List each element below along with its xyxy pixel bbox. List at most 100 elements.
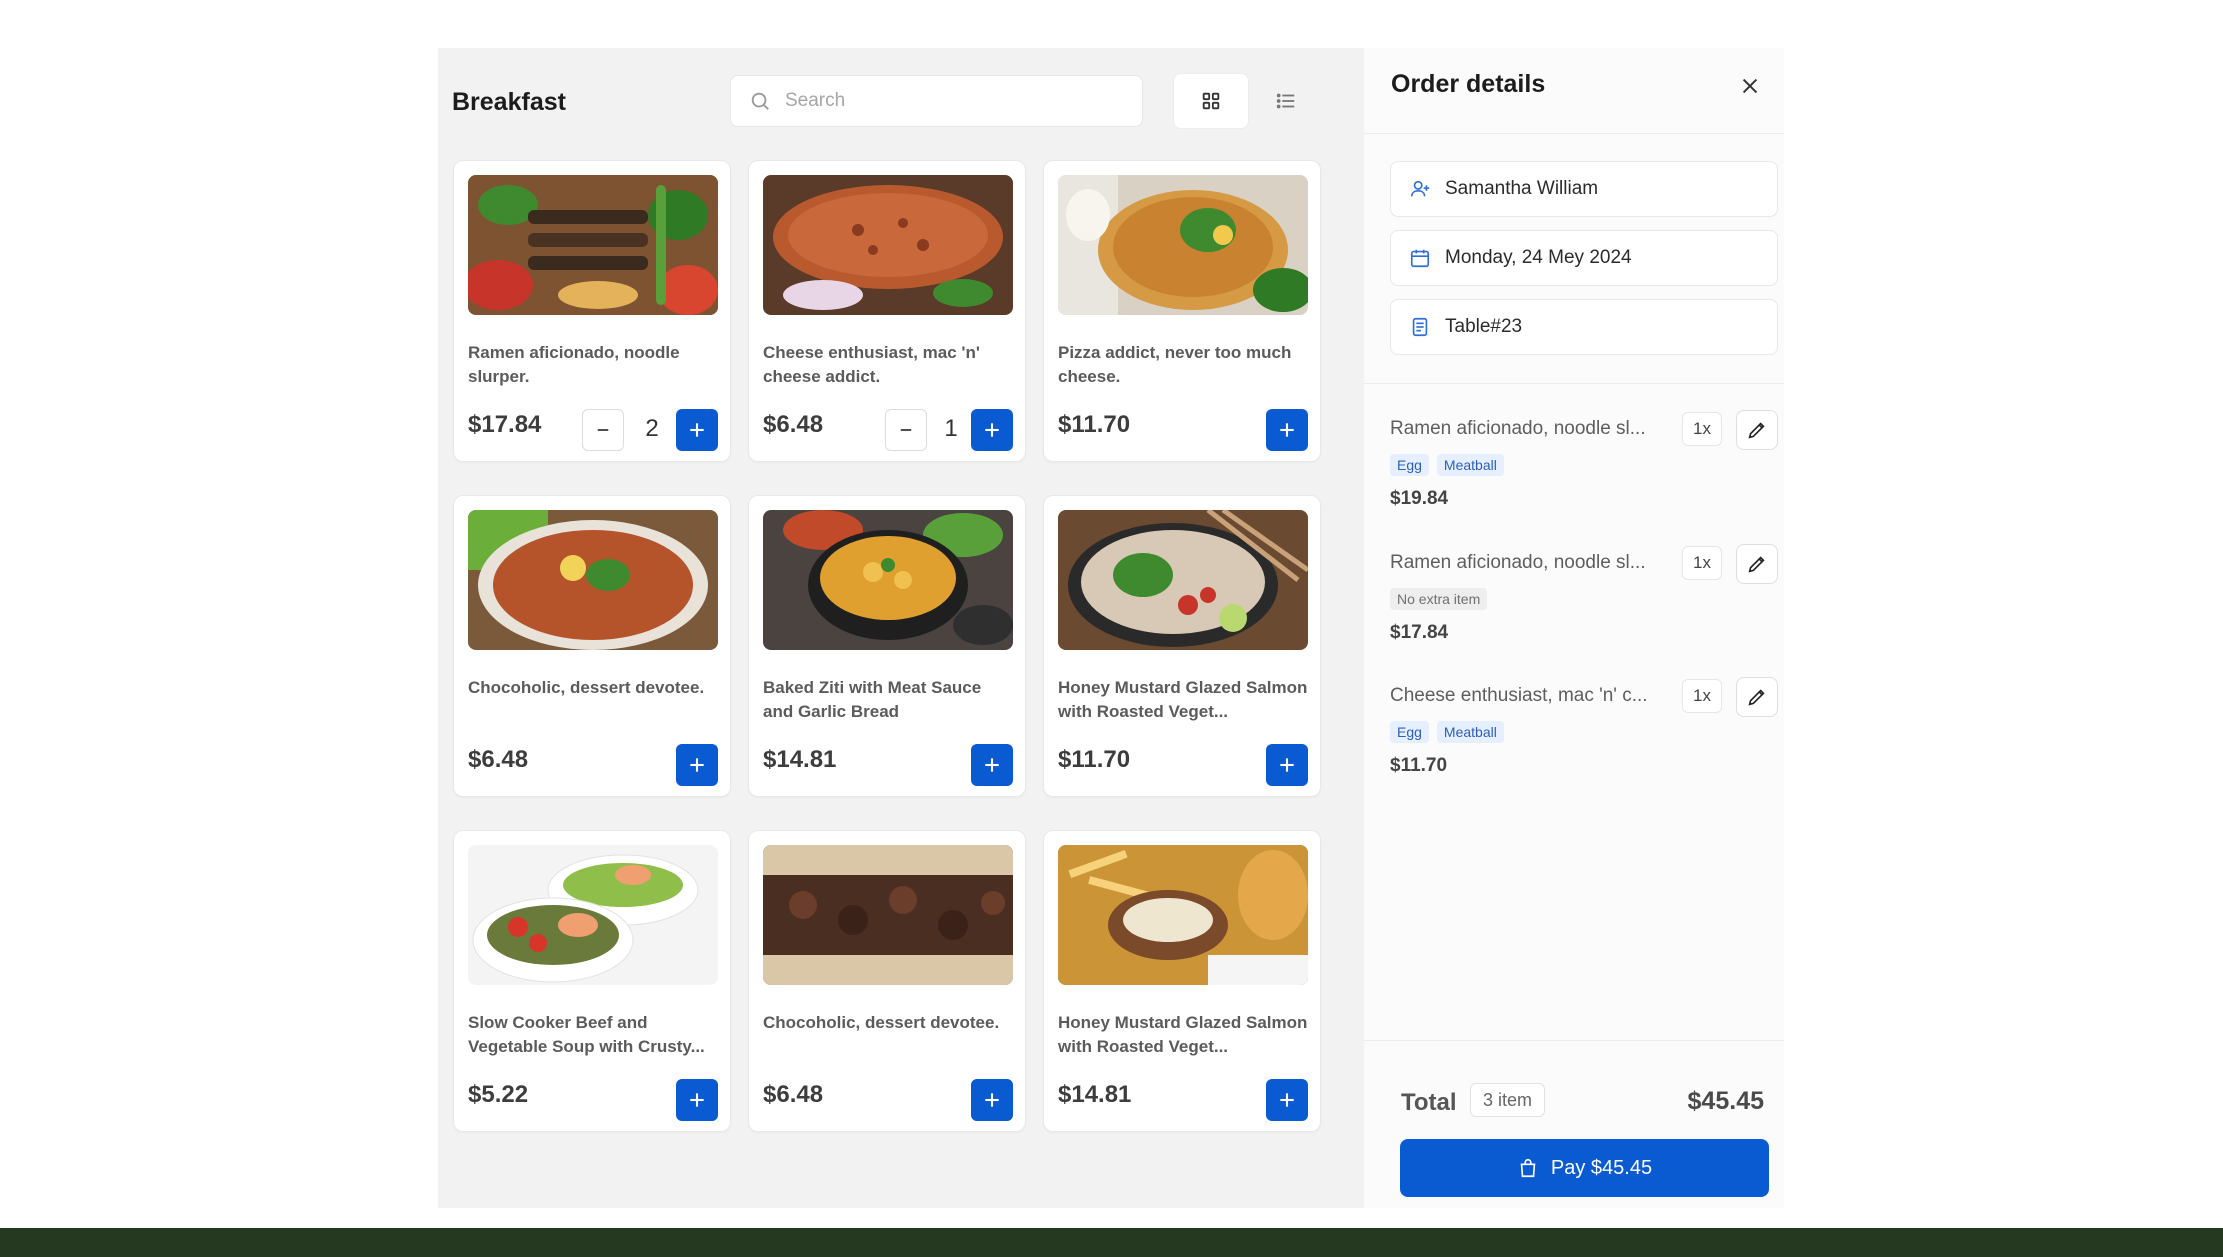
product-price: $6.48	[468, 746, 529, 773]
product-price: $6.48	[763, 411, 824, 438]
product-name: Honey Mustard Glazed Salmon with Roasted…	[1058, 1013, 1308, 1056]
increase-qty-button[interactable]	[971, 409, 1013, 451]
extra-tag: Egg	[1390, 454, 1429, 476]
menu-panel: Breakfast Search Ramen aficionado, noodl…	[438, 48, 1364, 1208]
edit-item-button[interactable]	[1736, 544, 1778, 584]
search-icon	[751, 92, 769, 110]
edit-item-button[interactable]	[1736, 677, 1778, 717]
food-photo-doner-wrap	[763, 845, 1013, 985]
product-name: Slow Cooker Beef and Vegetable Soup with…	[468, 1013, 705, 1056]
decrease-qty-button[interactable]	[582, 409, 624, 451]
product-card[interactable]: Chocoholic, dessert devotee. $6.48	[453, 495, 731, 797]
order-item-price: $11.70	[1390, 755, 1448, 776]
extras-tags: Egg Meatball	[1390, 721, 1504, 743]
product-price: $11.70	[1058, 411, 1131, 438]
pay-button[interactable]: Pay $45.45	[1400, 1139, 1769, 1197]
add-to-order-button[interactable]	[1266, 1079, 1308, 1121]
product-name: Cheese enthusiast, mac 'n' cheese addict…	[763, 343, 980, 386]
product-card[interactable]: Baked Ziti with Meat Sauce and Garlic Br…	[748, 495, 1026, 797]
customer-name: Samantha William	[1445, 178, 1599, 199]
increase-qty-button[interactable]	[676, 409, 718, 451]
date-field[interactable]: Monday, 24 Mey 2024	[1390, 230, 1778, 286]
product-price: $6.48	[763, 1081, 824, 1108]
food-photo-salad-bowl	[468, 845, 718, 985]
table-receipt-icon	[1412, 317, 1428, 337]
extras-tags: Egg Meatball	[1390, 454, 1504, 476]
product-name: Chocoholic, dessert devotee.	[468, 678, 705, 697]
grid-view-button[interactable]	[1173, 73, 1249, 129]
product-card[interactable]: Slow Cooker Beef and Vegetable Soup with…	[453, 830, 731, 1132]
user-add-icon	[1410, 180, 1430, 197]
food-photo-pizza	[1058, 175, 1308, 315]
order-item-name: Cheese enthusiast, mac 'n' c...	[1390, 685, 1648, 706]
search-box[interactable]	[730, 75, 1143, 127]
product-price: $5.22	[468, 1081, 529, 1108]
customer-field[interactable]: Samantha William	[1390, 161, 1778, 217]
order-item-quantity: 1x	[1682, 412, 1722, 446]
quantity-value: 2	[645, 415, 659, 442]
grid-icon	[1202, 92, 1220, 110]
order-header: Order details	[1364, 48, 1784, 134]
extras-tags: No extra item	[1390, 588, 1488, 610]
order-date: Monday, 24 Mey 2024	[1445, 247, 1632, 268]
order-item-name: Ramen aficionado, noodle sl...	[1390, 418, 1646, 439]
plus-icon	[985, 423, 999, 437]
plus-icon	[690, 423, 704, 437]
plus-icon	[1280, 423, 1294, 437]
total-amount: $45.45	[1687, 1087, 1764, 1115]
product-card[interactable]: Honey Mustard Glazed Salmon with Roasted…	[1043, 495, 1321, 797]
product-name: Honey Mustard Glazed Salmon with Roasted…	[1058, 678, 1308, 721]
minus-icon	[597, 429, 609, 431]
pencil-icon	[1748, 422, 1765, 439]
menu-category-title: Breakfast	[452, 88, 566, 116]
product-name: Chocoholic, dessert devotee.	[763, 1013, 1000, 1032]
add-to-order-button[interactable]	[971, 744, 1013, 786]
food-photo-skewers	[468, 175, 718, 315]
order-item-name: Ramen aficionado, noodle sl...	[1390, 552, 1646, 573]
product-price: $14.81	[763, 746, 837, 773]
product-card[interactable]: Cheese enthusiast, mac 'n' cheese addict…	[748, 160, 1026, 462]
order-panel: Order details Samantha William Monday, 2…	[1364, 48, 1784, 1208]
order-item: Cheese enthusiast, mac 'n' c... 1x Egg M…	[1390, 677, 1778, 805]
edit-item-button[interactable]	[1736, 410, 1778, 450]
product-card[interactable]: Pizza addict, never too much cheese. $11…	[1043, 160, 1321, 462]
search-input[interactable]	[785, 90, 1105, 112]
extra-tag: Meatball	[1436, 721, 1504, 743]
product-card[interactable]: Honey Mustard Glazed Salmon with Roasted…	[1043, 830, 1321, 1132]
list-view-button[interactable]	[1248, 73, 1324, 129]
product-card[interactable]: Chocoholic, dessert devotee. $6.48	[748, 830, 1026, 1132]
product-card[interactable]: Ramen aficionado, noodle slurper. $17.84…	[453, 160, 731, 462]
pay-button-label: Pay $45.45	[1550, 1156, 1653, 1179]
order-item-price: $17.84	[1390, 622, 1449, 643]
add-to-order-button[interactable]	[676, 744, 718, 786]
add-to-order-button[interactable]	[971, 1079, 1013, 1121]
calendar-icon	[1410, 249, 1430, 268]
order-item-quantity: 1x	[1682, 679, 1722, 713]
footer-band	[0, 1228, 2223, 1257]
item-count-badge: 3 item	[1470, 1083, 1546, 1117]
shopping-bag-icon	[1520, 1158, 1536, 1178]
decrease-qty-button[interactable]	[885, 409, 927, 451]
item-count: 3 item	[1483, 1089, 1533, 1110]
table-number: Table#23	[1445, 316, 1523, 337]
product-price: $14.81	[1058, 1081, 1132, 1108]
food-photo-noodle-salad	[1058, 510, 1308, 650]
add-to-order-button[interactable]	[1266, 409, 1308, 451]
app-stage: Breakfast Search Ramen aficionado, noodl…	[0, 0, 2223, 1257]
close-button[interactable]	[1734, 70, 1766, 102]
minus-icon	[900, 429, 912, 431]
table-field[interactable]: Table#23	[1390, 299, 1778, 355]
order-item-quantity: 1x	[1682, 546, 1722, 580]
add-to-order-button[interactable]	[1266, 744, 1308, 786]
food-photo-lahmacun	[468, 510, 718, 650]
order-item: Ramen aficionado, noodle sl... 1x No ext…	[1390, 544, 1778, 672]
pencil-icon	[1748, 556, 1765, 573]
order-item: Ramen aficionado, noodle sl... 1x Egg Me…	[1390, 410, 1778, 538]
plus-icon	[985, 758, 999, 772]
food-photo-flatbread	[763, 175, 1013, 315]
quantity-value: 1	[944, 415, 958, 442]
plus-icon	[985, 1093, 999, 1107]
add-to-order-button[interactable]	[676, 1079, 718, 1121]
product-name: Ramen aficionado, noodle slurper.	[468, 343, 680, 386]
plus-icon	[1280, 758, 1294, 772]
